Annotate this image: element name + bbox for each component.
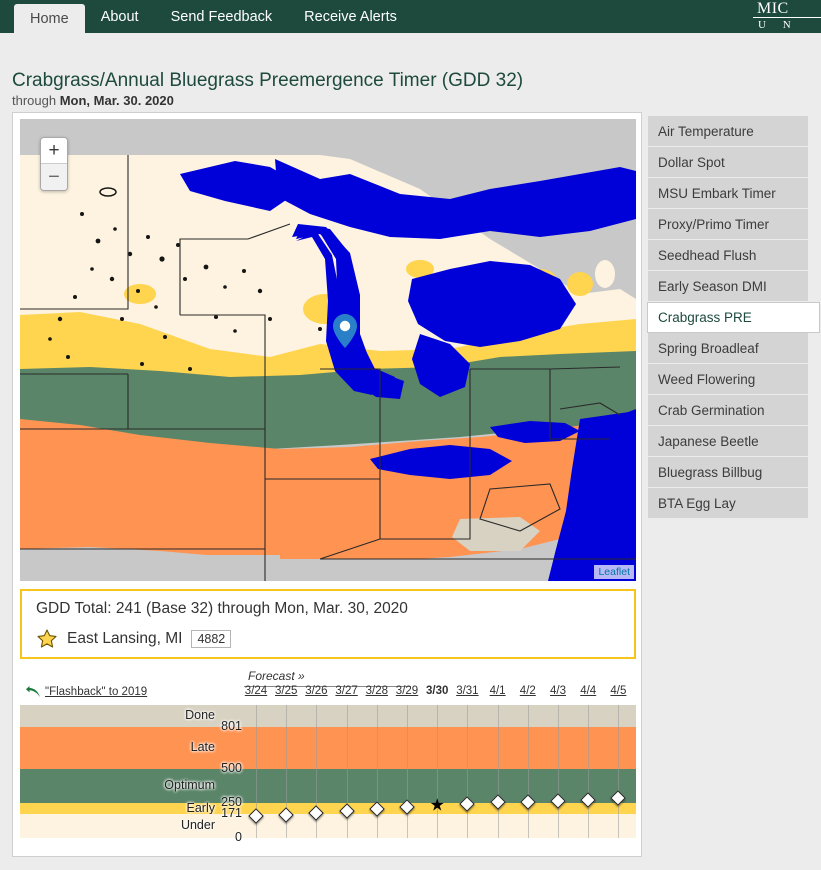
date-label-4-1[interactable]: 4/1: [490, 685, 506, 697]
map-raster-layer: [20, 119, 636, 581]
sidebar-item-bluegrass-billbug[interactable]: Bluegrass Billbug: [648, 457, 808, 488]
sidebar-item-crab-germination[interactable]: Crab Germination: [648, 395, 808, 426]
chart-gridline: [407, 705, 408, 838]
nav-tab-label: Receive Alerts: [304, 9, 397, 25]
through-date: Mon, Mar. 30. 2020: [60, 93, 174, 108]
sidebar-item-spring-broadleaf[interactable]: Spring Broadleaf: [648, 333, 808, 364]
star-icon[interactable]: [36, 628, 58, 650]
date-label-3-29[interactable]: 3/29: [396, 685, 418, 697]
sidebar-item-label: Spring Broadleaf: [658, 341, 759, 356]
gdd-summary-box: GDD Total: 241 (Base 32) through Mon, Ma…: [20, 589, 636, 659]
sidebar-item-japanese-beetle[interactable]: Japanese Beetle: [648, 426, 808, 457]
chart-band-label: Early: [110, 801, 215, 815]
sidebar-item-label: Weed Flowering: [658, 372, 755, 387]
sidebar-item-weed-flowering[interactable]: Weed Flowering: [648, 364, 808, 395]
sidebar-item-label: Crabgrass PRE: [658, 310, 752, 325]
chart-band-label: Done: [110, 708, 215, 722]
forecast-label: Forecast »: [248, 669, 305, 683]
sidebar-item-label: Dollar Spot: [658, 155, 725, 170]
sidebar-item-proxy-primo-timer[interactable]: Proxy/Primo Timer: [648, 209, 808, 240]
chart-plot-area: DoneLateOptimumEarlyUnder8015002501710★: [20, 705, 636, 838]
date-label-3-26[interactable]: 3/26: [305, 685, 327, 697]
gdd-timeline-chart: "Flashback" to 2019 Forecast » 3/243/253…: [20, 669, 636, 851]
chart-gridline: [437, 705, 438, 838]
sidebar-menu: Air Temperature Dollar Spot MSU Embark Tim…: [648, 116, 808, 519]
sidebar-item-label: Bluegrass Billbug: [658, 465, 762, 480]
logo-text-bottom: U N: [753, 18, 821, 32]
page-subtitle: through Mon, Mar. 30. 2020: [12, 93, 174, 108]
chart-band-label: Optimum: [110, 778, 215, 792]
nav-tab-receive-alerts[interactable]: Receive Alerts: [288, 0, 413, 33]
nav-tab-send-feedback[interactable]: Send Feedback: [155, 0, 289, 33]
chart-threshold-value: 801: [216, 719, 242, 733]
sidebar-item-label: Early Season DMI: [658, 279, 767, 294]
date-label-4-5[interactable]: 4/5: [610, 685, 626, 697]
sidebar-item-bta-egg-lay[interactable]: BTA Egg Lay: [648, 488, 808, 519]
chart-threshold-value: 0: [216, 830, 242, 844]
leaflet-attribution-link[interactable]: Leaflet: [594, 565, 634, 579]
date-label-3-30[interactable]: 3/30: [426, 685, 448, 697]
date-label-3-24[interactable]: 3/24: [245, 685, 267, 697]
sidebar-item-label: Crab Germination: [658, 403, 765, 418]
sidebar-item-crabgrass-pre[interactable]: Crabgrass PRE: [647, 302, 820, 333]
date-label-3-28[interactable]: 3/28: [366, 685, 388, 697]
location-marker-icon[interactable]: [333, 314, 357, 348]
chart-gridline: [377, 705, 378, 838]
leaflet-map[interactable]: + − Leaflet: [20, 119, 636, 581]
nav-tab-list: Home About Send Feedback Receive Alerts: [14, 0, 413, 33]
sidebar-item-label: Proxy/Primo Timer: [658, 217, 769, 232]
map-zoom-controls[interactable]: + −: [40, 137, 68, 191]
sidebar-item-msu-embark-timer[interactable]: MSU Embark Timer: [648, 178, 808, 209]
sidebar-item-air-temperature[interactable]: Air Temperature: [648, 116, 808, 147]
chart-band-label: Late: [110, 740, 215, 754]
chart-gridline: [498, 705, 499, 838]
station-id-badge[interactable]: 4882: [191, 630, 231, 648]
sidebar-item-label: Air Temperature: [658, 124, 754, 139]
through-prefix: through: [12, 93, 60, 108]
sidebar-item-label: Seedhead Flush: [658, 248, 756, 263]
top-navigation-bar: Home About Send Feedback Receive Alerts MIC…: [0, 0, 821, 33]
nav-tab-about[interactable]: About: [85, 0, 155, 33]
chart-gridline: [618, 705, 619, 838]
gdd-total-text: GDD Total: 241 (Base 32) through Mon, Ma…: [36, 600, 408, 618]
logo-text-top: MIC: [753, 0, 821, 18]
date-label-3-25[interactable]: 3/25: [275, 685, 297, 697]
chart-point-today-star-icon[interactable]: ★: [430, 796, 445, 813]
zoom-out-button[interactable]: −: [41, 164, 67, 190]
sidebar-item-label: BTA Egg Lay: [658, 496, 736, 511]
chart-threshold-value: 500: [216, 761, 242, 775]
date-label-4-3[interactable]: 4/3: [550, 685, 566, 697]
nav-tab-label: Send Feedback: [171, 9, 273, 25]
location-name: East Lansing, MI: [67, 630, 182, 648]
zoom-in-button[interactable]: +: [41, 138, 67, 164]
chart-gridline: [558, 705, 559, 838]
main-content-card: + − Leaflet GDD Total: 241 (Base 32) thr…: [12, 112, 642, 857]
chart-gridline: [467, 705, 468, 838]
page-title: Crabgrass/Annual Bluegrass Preemergence …: [12, 70, 523, 92]
sidebar-item-early-season-dmi[interactable]: Early Season DMI: [648, 271, 808, 302]
chart-band-label: Under: [110, 818, 215, 832]
sidebar-item-label: Japanese Beetle: [658, 434, 759, 449]
date-axis-labels: 3/24 3/25 3/26 3/27 3/28 3/29 3/30 3/31 4/1 4/2 4/…: [20, 685, 636, 702]
msu-logo: MIC U N: [753, 0, 821, 33]
date-label-3-31[interactable]: 3/31: [456, 685, 478, 697]
gdd-location-row: East Lansing, MI 4882: [36, 628, 231, 650]
nav-tab-label: About: [101, 9, 139, 25]
date-label-3-27[interactable]: 3/27: [335, 685, 357, 697]
date-label-4-4[interactable]: 4/4: [580, 685, 596, 697]
date-label-4-2[interactable]: 4/2: [520, 685, 536, 697]
sidebar-item-seedhead-flush[interactable]: Seedhead Flush: [648, 240, 808, 271]
sidebar-item-dollar-spot[interactable]: Dollar Spot: [648, 147, 808, 178]
sidebar-item-label: MSU Embark Timer: [658, 186, 776, 201]
chart-gridline: [528, 705, 529, 838]
chart-threshold-value: 171: [216, 806, 242, 820]
chart-gridline: [588, 705, 589, 838]
nav-tab-label: Home: [30, 11, 69, 27]
nav-tab-home[interactable]: Home: [14, 4, 85, 33]
